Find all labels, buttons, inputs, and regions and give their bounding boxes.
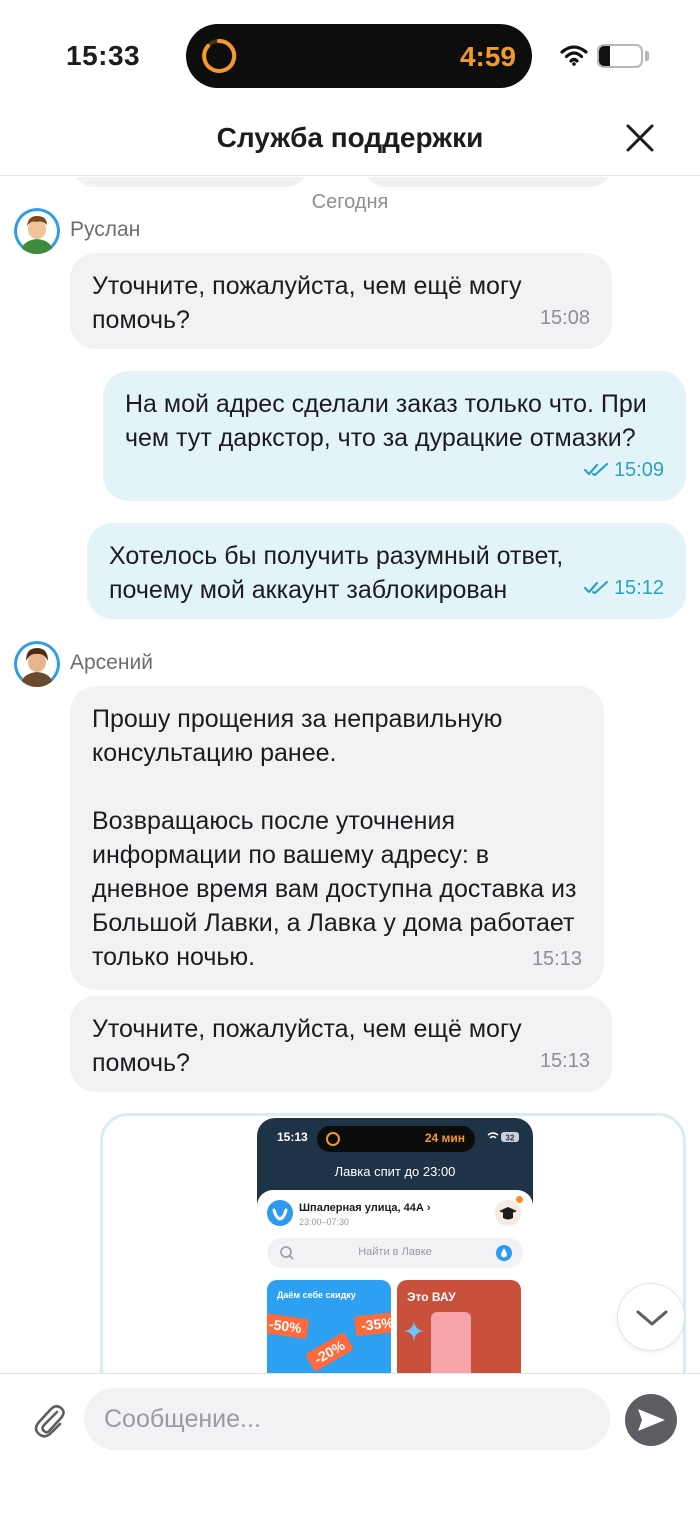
notification-dot (516, 1196, 523, 1203)
drink-can-image (431, 1312, 471, 1373)
island-timer: 4:59 (459, 41, 516, 72)
message-bubble-outgoing[interactable]: Хотелось бы получить разумный ответ, поч… (87, 523, 686, 619)
promo-tag: -20% (304, 1332, 354, 1372)
agent-name: Руслан (70, 218, 141, 241)
attached-screenshot: 15:13 24 мин 32 Лавка спит до 23:00 Шпал… (257, 1118, 533, 1373)
status-time: 15:33 (66, 40, 141, 71)
double-check-icon (583, 463, 609, 477)
attachment-hours: 23:00–07:30 (299, 1217, 350, 1227)
paperclip-icon[interactable] (32, 1402, 68, 1440)
send-icon (638, 1409, 665, 1431)
attachment-search-placeholder: Найти в Лавке (358, 1246, 432, 1258)
promo2-title: Это ВАУ (407, 1290, 456, 1304)
message-time: 15:13 (540, 1044, 590, 1078)
previous-message-bubble (72, 177, 308, 187)
agent-avatar-icon (14, 641, 60, 687)
attachment-island-text: 24 мин (424, 1131, 465, 1145)
double-check-icon (583, 581, 609, 595)
message-bubble-incoming[interactable]: Уточните, пожалуйста, чем ещё могу помоч… (70, 253, 612, 349)
promo-card-wow: Это ВАУ (397, 1280, 521, 1373)
battery-level: 27 (611, 48, 629, 65)
previous-message-bubble (364, 177, 612, 187)
agent-header: Руслан (14, 208, 314, 254)
message-time-text: 15:13 (539, 1050, 590, 1072)
message-bubble-incoming[interactable]: Уточните, пожалуйста, чем ещё могу помоч… (70, 996, 612, 1092)
attachment-status-time: 15:13 (277, 1130, 308, 1144)
chevron-down-icon (636, 1310, 668, 1326)
attachment-battery: 32 (506, 1134, 515, 1143)
promo-tag: -50% (267, 1312, 309, 1340)
message-time: 15:13 (532, 942, 582, 976)
timer-ring-icon (202, 38, 237, 73)
chat-area[interactable]: Сегодня Руслан Уточните, пожалуйста, чем… (0, 177, 700, 1373)
page-title: Служба поддержки (216, 122, 484, 153)
image-attachment[interactable]: 15:13 24 мин 32 Лавка спит до 23:00 Шпал… (100, 1113, 686, 1373)
message-text: Прошу прощения за неправильную консульта… (92, 705, 577, 971)
lavka-logo (267, 1200, 293, 1226)
message-bubble-incoming[interactable]: Прошу прощения за неправильную консульта… (70, 686, 604, 990)
avatar[interactable] (14, 208, 60, 254)
close-icon[interactable] (624, 122, 656, 154)
message-time-text: 15:12 (613, 577, 664, 599)
message-time: 15:08 (540, 301, 590, 335)
timer-ring-icon (326, 1132, 340, 1146)
graduation-cap-icon (495, 1200, 521, 1226)
message-time: 15:12 (583, 571, 664, 605)
message-time-text: 15:08 (539, 307, 590, 329)
attachment-search: Найти в Лавке (267, 1238, 523, 1268)
battery-icon: 27 (597, 44, 643, 68)
message-text: На мой адрес сделали заказ только что. П… (125, 390, 647, 452)
agent-avatar-icon (14, 208, 60, 254)
message-time-text: 15:13 (531, 948, 582, 970)
message-bubble-outgoing[interactable]: На мой адрес сделали заказ только что. П… (103, 371, 686, 501)
drop-icon (496, 1245, 512, 1261)
message-input[interactable] (84, 1388, 610, 1450)
sparkle-icon (404, 1321, 424, 1341)
message-text: Хотелось бы получить разумный ответ, поч… (109, 542, 564, 604)
avatar[interactable] (14, 641, 60, 687)
wifi-battery-icon: 32 (487, 1132, 519, 1143)
wifi-icon (560, 45, 588, 66)
send-button[interactable] (625, 1394, 677, 1446)
message-time-text: 15:09 (613, 459, 664, 481)
message-text: Уточните, пожалуйста, чем ещё могу помоч… (92, 1015, 522, 1077)
attachment-island: 24 мин (317, 1126, 475, 1152)
message-time: 15:09 (583, 453, 664, 487)
attachment-banner: Лавка спит до 23:00 (334, 1164, 456, 1179)
chat-header: Служба поддержки (0, 110, 700, 176)
promo1-title: Даём себе скидку (277, 1290, 356, 1300)
promo-tag: -35% (354, 1311, 391, 1337)
attachment-address: Шпалерная улица, 44А › (299, 1202, 431, 1214)
status-bar: 15:33 4:59 27 (0, 0, 700, 110)
attachment-sheet: Шпалерная улица, 44А › 23:00–07:30 Найти… (257, 1190, 533, 1373)
dynamic-island[interactable]: 4:59 (186, 24, 532, 88)
message-composer (0, 1373, 700, 1522)
agent-header: Арсений (14, 641, 314, 687)
agent-name: Арсений (70, 651, 153, 674)
battery-nub (645, 51, 649, 61)
message-text: Уточните, пожалуйста, чем ещё могу помоч… (92, 272, 522, 334)
promo-card-discount: Даём себе скидку -50% -35% -20% (267, 1280, 391, 1373)
scroll-down-button[interactable] (617, 1283, 685, 1351)
